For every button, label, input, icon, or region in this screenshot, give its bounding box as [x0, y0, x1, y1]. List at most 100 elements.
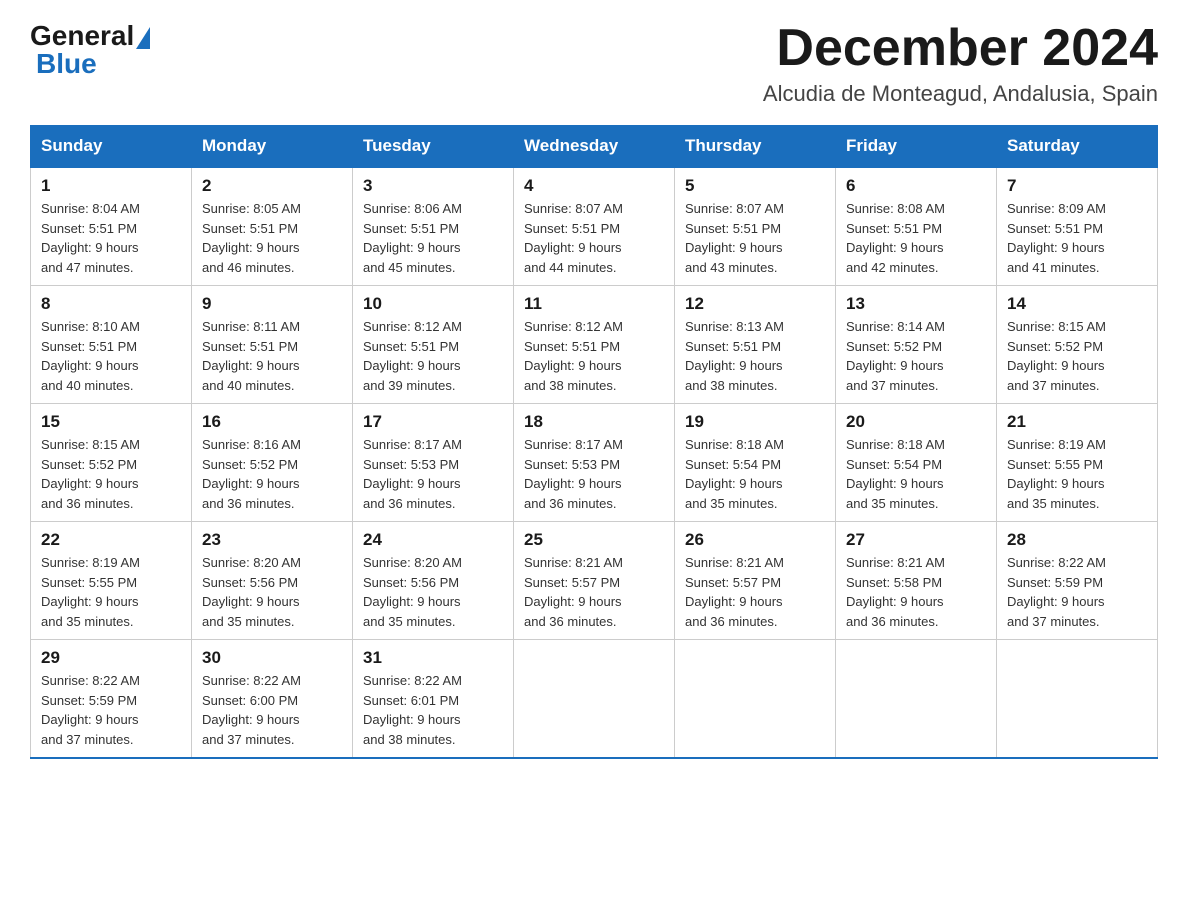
calendar-cell: 15 Sunrise: 8:15 AMSunset: 5:52 PMDayligh…: [31, 404, 192, 522]
calendar-cell: 11 Sunrise: 8:12 AMSunset: 5:51 PMDayligh…: [514, 286, 675, 404]
day-number: 19: [685, 412, 825, 432]
calendar-week-row: 29 Sunrise: 8:22 AMSunset: 5:59 PMDayligh…: [31, 640, 1158, 759]
header-saturday: Saturday: [997, 126, 1158, 168]
calendar-table: SundayMondayTuesdayWednesdayThursdayFrid…: [30, 125, 1158, 759]
day-info: Sunrise: 8:22 AMSunset: 6:00 PMDaylight:…: [202, 671, 342, 749]
day-info: Sunrise: 8:20 AMSunset: 5:56 PMDaylight:…: [363, 553, 503, 631]
calendar-cell: 31Sunrise: 8:22 AMSunset: 6:01 PMDayligh…: [353, 640, 514, 759]
calendar-cell: 1 Sunrise: 8:04 AMSunset: 5:51 PMDaylight…: [31, 167, 192, 286]
calendar-cell: 8 Sunrise: 8:10 AMSunset: 5:51 PMDaylight…: [31, 286, 192, 404]
day-number: 30: [202, 648, 342, 668]
calendar-cell: 5Sunrise: 8:07 AMSunset: 5:51 PMDaylight…: [675, 167, 836, 286]
day-number: 23: [202, 530, 342, 550]
day-info: Sunrise: 8:15 AMSunset: 5:52 PMDaylight:…: [1007, 317, 1147, 395]
day-info: Sunrise: 8:04 AMSunset: 5:51 PMDaylight:…: [41, 199, 181, 277]
calendar-header-row: SundayMondayTuesdayWednesdayThursdayFrid…: [31, 126, 1158, 168]
header-friday: Friday: [836, 126, 997, 168]
day-number: 28: [1007, 530, 1147, 550]
day-number: 21: [1007, 412, 1147, 432]
calendar-week-row: 8 Sunrise: 8:10 AMSunset: 5:51 PMDaylight…: [31, 286, 1158, 404]
logo-triangle-icon: [136, 27, 150, 49]
day-info: Sunrise: 8:21 AMSunset: 5:57 PMDaylight:…: [524, 553, 664, 631]
calendar-cell: 13 Sunrise: 8:14 AMSunset: 5:52 PMDayligh…: [836, 286, 997, 404]
day-number: 7: [1007, 176, 1147, 196]
header-thursday: Thursday: [675, 126, 836, 168]
day-number: 26: [685, 530, 825, 550]
day-info: Sunrise: 8:06 AMSunset: 5:51 PMDaylight:…: [363, 199, 503, 277]
day-info: Sunrise: 8:15 AMSunset: 5:52 PMDaylight:…: [41, 435, 181, 513]
day-number: 24: [363, 530, 503, 550]
day-info: Sunrise: 8:22 AMSunset: 5:59 PMDaylight:…: [1007, 553, 1147, 631]
day-info: Sunrise: 8:18 AMSunset: 5:54 PMDaylight:…: [846, 435, 986, 513]
calendar-cell: 30 Sunrise: 8:22 AMSunset: 6:00 PMDayligh…: [192, 640, 353, 759]
calendar-cell: 24 Sunrise: 8:20 AMSunset: 5:56 PMDayligh…: [353, 522, 514, 640]
calendar-cell: 21 Sunrise: 8:19 AMSunset: 5:55 PMDayligh…: [997, 404, 1158, 522]
day-info: Sunrise: 8:17 AMSunset: 5:53 PMDaylight:…: [363, 435, 503, 513]
day-number: 29: [41, 648, 181, 668]
logo-blue-text: Blue: [36, 48, 97, 79]
calendar-cell: 17 Sunrise: 8:17 AMSunset: 5:53 PMDayligh…: [353, 404, 514, 522]
header-tuesday: Tuesday: [353, 126, 514, 168]
calendar-week-row: 22 Sunrise: 8:19 AMSunset: 5:55 PMDayligh…: [31, 522, 1158, 640]
day-number: 3: [363, 176, 503, 196]
day-info: Sunrise: 8:07 AMSunset: 5:51 PMDaylight:…: [524, 199, 664, 277]
day-number: 13: [846, 294, 986, 314]
calendar-week-row: 15 Sunrise: 8:15 AMSunset: 5:52 PMDayligh…: [31, 404, 1158, 522]
calendar-cell: 16 Sunrise: 8:16 AMSunset: 5:52 PMDayligh…: [192, 404, 353, 522]
calendar-cell: 12 Sunrise: 8:13 AMSunset: 5:51 PMDayligh…: [675, 286, 836, 404]
day-number: 8: [41, 294, 181, 314]
calendar-cell: [675, 640, 836, 759]
day-info: Sunrise: 8:19 AMSunset: 5:55 PMDaylight:…: [41, 553, 181, 631]
day-number: 11: [524, 294, 664, 314]
day-info: Sunrise: 8:12 AMSunset: 5:51 PMDaylight:…: [363, 317, 503, 395]
day-info: Sunrise: 8:09 AMSunset: 5:51 PMDaylight:…: [1007, 199, 1147, 277]
day-number: 9: [202, 294, 342, 314]
day-number: 4: [524, 176, 664, 196]
location-subtitle: Alcudia de Monteagud, Andalusia, Spain: [763, 81, 1158, 107]
calendar-cell: 4 Sunrise: 8:07 AMSunset: 5:51 PMDaylight…: [514, 167, 675, 286]
calendar-cell: 2Sunrise: 8:05 AMSunset: 5:51 PMDaylight…: [192, 167, 353, 286]
calendar-cell: 19 Sunrise: 8:18 AMSunset: 5:54 PMDayligh…: [675, 404, 836, 522]
day-info: Sunrise: 8:10 AMSunset: 5:51 PMDaylight:…: [41, 317, 181, 395]
month-title: December 2024: [763, 20, 1158, 77]
day-number: 17: [363, 412, 503, 432]
day-info: Sunrise: 8:13 AMSunset: 5:51 PMDaylight:…: [685, 317, 825, 395]
day-info: Sunrise: 8:11 AMSunset: 5:51 PMDaylight:…: [202, 317, 342, 395]
day-number: 18: [524, 412, 664, 432]
day-number: 1: [41, 176, 181, 196]
day-number: 14: [1007, 294, 1147, 314]
calendar-cell: 7 Sunrise: 8:09 AMSunset: 5:51 PMDaylight…: [997, 167, 1158, 286]
day-number: 20: [846, 412, 986, 432]
day-info: Sunrise: 8:22 AMSunset: 5:59 PMDaylight:…: [41, 671, 181, 749]
calendar-cell: 10Sunrise: 8:12 AMSunset: 5:51 PMDayligh…: [353, 286, 514, 404]
header-sunday: Sunday: [31, 126, 192, 168]
day-info: Sunrise: 8:16 AMSunset: 5:52 PMDaylight:…: [202, 435, 342, 513]
calendar-cell: 6Sunrise: 8:08 AMSunset: 5:51 PMDaylight…: [836, 167, 997, 286]
day-info: Sunrise: 8:17 AMSunset: 5:53 PMDaylight:…: [524, 435, 664, 513]
calendar-cell: 23Sunrise: 8:20 AMSunset: 5:56 PMDayligh…: [192, 522, 353, 640]
day-info: Sunrise: 8:12 AMSunset: 5:51 PMDaylight:…: [524, 317, 664, 395]
calendar-cell: 18 Sunrise: 8:17 AMSunset: 5:53 PMDayligh…: [514, 404, 675, 522]
day-number: 5: [685, 176, 825, 196]
calendar-cell: 27Sunrise: 8:21 AMSunset: 5:58 PMDayligh…: [836, 522, 997, 640]
day-info: Sunrise: 8:14 AMSunset: 5:52 PMDaylight:…: [846, 317, 986, 395]
header-wednesday: Wednesday: [514, 126, 675, 168]
calendar-cell: 9 Sunrise: 8:11 AMSunset: 5:51 PMDaylight…: [192, 286, 353, 404]
day-number: 15: [41, 412, 181, 432]
calendar-cell: [997, 640, 1158, 759]
day-number: 16: [202, 412, 342, 432]
day-info: Sunrise: 8:18 AMSunset: 5:54 PMDaylight:…: [685, 435, 825, 513]
title-section: December 2024 Alcudia de Monteagud, Anda…: [763, 20, 1158, 107]
calendar-cell: [514, 640, 675, 759]
calendar-cell: 3 Sunrise: 8:06 AMSunset: 5:51 PMDaylight…: [353, 167, 514, 286]
page-header: General Blue December 2024 Alcudia de Mo…: [30, 20, 1158, 107]
day-number: 22: [41, 530, 181, 550]
day-info: Sunrise: 8:19 AMSunset: 5:55 PMDaylight:…: [1007, 435, 1147, 513]
day-info: Sunrise: 8:21 AMSunset: 5:58 PMDaylight:…: [846, 553, 986, 631]
logo: General Blue: [30, 20, 152, 80]
calendar-week-row: 1 Sunrise: 8:04 AMSunset: 5:51 PMDaylight…: [31, 167, 1158, 286]
day-number: 12: [685, 294, 825, 314]
calendar-cell: 22 Sunrise: 8:19 AMSunset: 5:55 PMDayligh…: [31, 522, 192, 640]
day-number: 31: [363, 648, 503, 668]
day-number: 6: [846, 176, 986, 196]
